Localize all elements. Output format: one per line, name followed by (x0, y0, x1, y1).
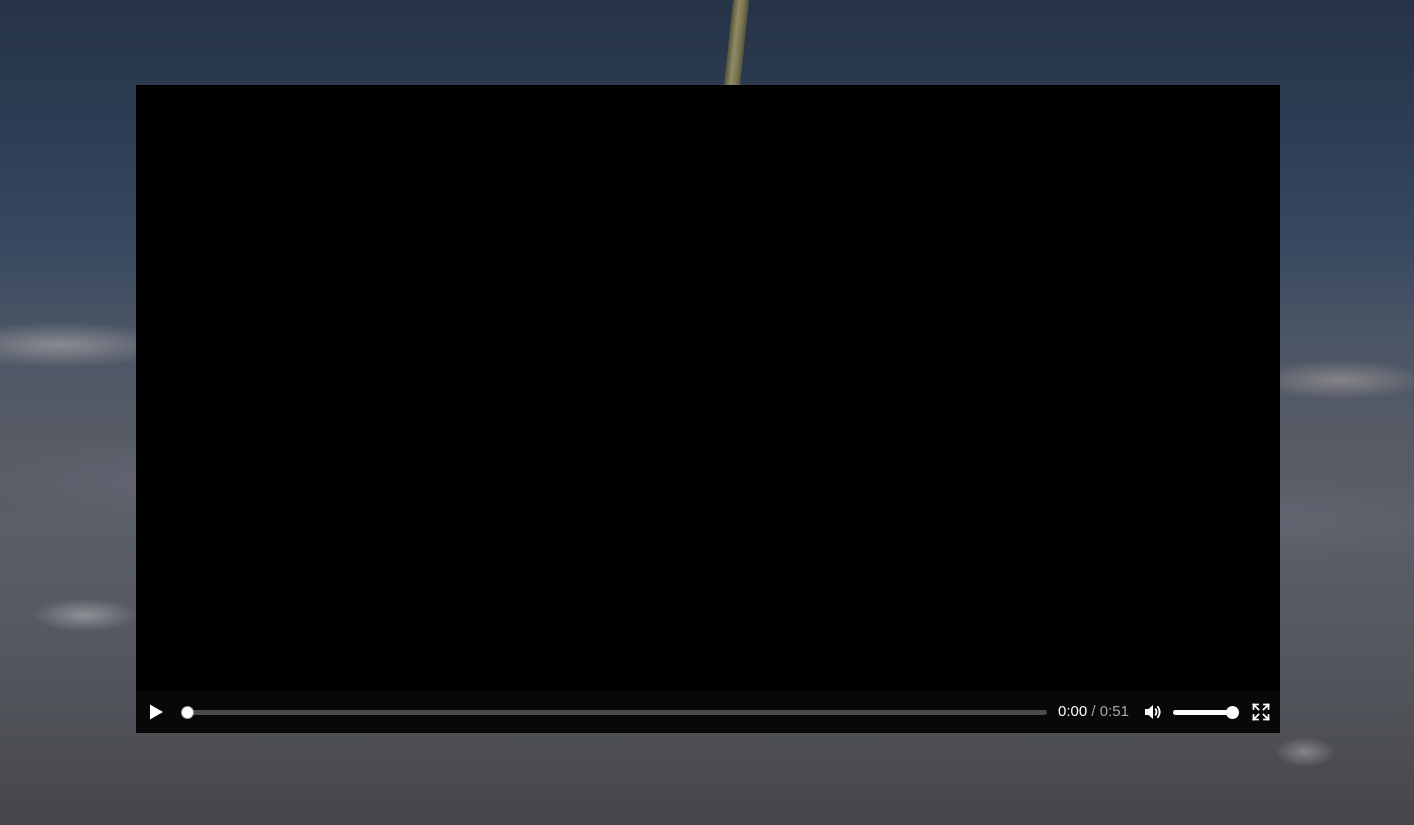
seek-bar[interactable] (181, 702, 1047, 722)
seek-handle[interactable] (181, 706, 194, 719)
current-time: 0:00 (1058, 703, 1088, 720)
mute-button[interactable] (1143, 702, 1163, 722)
video-controls-bar: 0:00 / 0:51 (136, 691, 1280, 733)
volume-handle[interactable] (1226, 706, 1239, 719)
seek-track (181, 710, 1047, 715)
play-button[interactable] (146, 702, 166, 722)
time-display: 0:00 / 0:51 (1058, 702, 1129, 722)
background-tether (723, 0, 749, 86)
fullscreen-icon (1252, 703, 1270, 721)
volume-icon (1145, 705, 1161, 719)
volume-slider[interactable] (1173, 702, 1239, 722)
play-icon (150, 704, 163, 720)
duration-time: 0:51 (1099, 703, 1129, 720)
video-player: 0:00 / 0:51 (136, 85, 1280, 733)
time-separator: / (1091, 703, 1096, 720)
fullscreen-button[interactable] (1251, 702, 1271, 722)
volume-level (1173, 710, 1232, 715)
video-screen[interactable] (136, 85, 1280, 691)
